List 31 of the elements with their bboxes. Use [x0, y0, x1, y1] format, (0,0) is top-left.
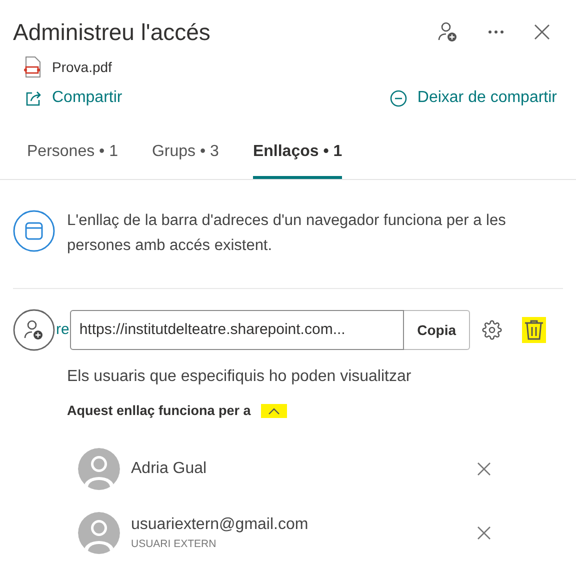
minus-circle-icon — [390, 90, 408, 106]
file-name: Prova.pdf — [52, 58, 112, 77]
remove-icon[interactable] — [477, 526, 491, 540]
more-icon[interactable] — [488, 30, 504, 34]
tab[interactable]: Grups • 3 — [152, 140, 219, 179]
tab[interactable]: Persones • 1 — [27, 140, 118, 179]
avatar-icon — [77, 511, 121, 556]
close-icon[interactable] — [534, 24, 550, 40]
panel-title: Administreu l'accés — [13, 18, 210, 47]
person-name: Adria Gual — [131, 459, 208, 480]
link-text-fragment: re — [56, 320, 70, 340]
browser-window-icon — [13, 210, 55, 252]
remove-icon[interactable] — [477, 462, 491, 476]
link-field[interactable]: https://institutdelteatre.sharepoint.com... — [70, 310, 404, 350]
share-icon — [26, 90, 42, 106]
delete-icon[interactable] — [522, 317, 546, 343]
person-type: USUARI EXTERN — [131, 537, 218, 552]
stop-sharing-link[interactable]: Deixar de compartir — [390, 86, 557, 110]
permission-text: Els usuaris que especifiquis ho poden visualitzar — [66, 367, 412, 387]
add-person-icon[interactable] — [13, 309, 55, 351]
copy-button[interactable]: Copia — [404, 310, 470, 350]
tab[interactable]: Enllaços • 1 — [252, 140, 342, 179]
chevron-icon[interactable] — [260, 404, 287, 418]
avatar-icon — [77, 447, 121, 492]
share-link[interactable]: Compartir — [26, 86, 122, 110]
add-person-icon[interactable] — [438, 21, 458, 43]
pdf-file-icon — [24, 56, 42, 78]
settings-icon[interactable] — [482, 320, 502, 340]
info-text: L'enllaç de la barra d'adreces d'un navegador funciona per a les persones amb accés existent. — [67, 211, 507, 256]
works-for-label: Aquest enllaç funciona per a — [67, 402, 251, 420]
person-name: usuariextern@gmail.com — [131, 515, 310, 536]
